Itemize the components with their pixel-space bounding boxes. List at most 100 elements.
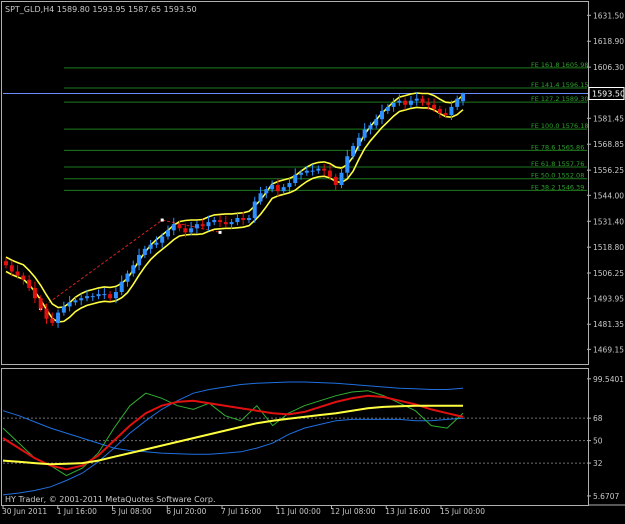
chart-window[interactable]: FE 161.8 1605.98 FE 141.4 1596.15 FE 127.2…	[0, 0, 625, 520]
candle-body	[27, 279, 32, 288]
copyright-footer: HY Trader, © 2001-2011 MetaQuotes Softwa…	[5, 495, 216, 504]
candle-body	[79, 298, 84, 301]
candle-body	[420, 98, 425, 103]
candle-body	[299, 172, 304, 175]
candle-body	[235, 217, 240, 223]
candle-body	[102, 294, 107, 296]
osc-tick-label: 68	[593, 414, 603, 423]
candle-body	[362, 129, 367, 138]
candle-body	[32, 287, 37, 299]
price-tick-label: 1518.80	[593, 243, 624, 252]
zigzag-point	[218, 230, 222, 234]
candle-body	[246, 217, 251, 221]
candle-body	[391, 102, 396, 107]
candle-body	[385, 106, 390, 111]
candle-body	[316, 168, 321, 171]
candle-body	[380, 110, 385, 120]
candle-body	[414, 98, 419, 101]
time-tick-label: 7 Jul 16:00	[221, 507, 261, 516]
price-tick-label: 1556.25	[593, 166, 624, 175]
candle-body	[206, 222, 211, 227]
candle-body	[270, 185, 275, 190]
candle-body	[113, 292, 118, 299]
fib-level-label: FE 78.6 1565.86	[531, 143, 584, 151]
time-tick-label: 1 Jul 16:00	[57, 507, 97, 516]
time-tick-label: 30 Jun 2011	[2, 507, 47, 516]
candle-body	[275, 185, 280, 192]
fib-level-label: FE 127.2 1589.30	[531, 95, 588, 103]
candle-body	[90, 296, 95, 298]
candle-body	[437, 108, 442, 114]
candle-body	[189, 228, 194, 233]
chart-canvas[interactable]: FE 161.8 1605.98 FE 141.4 1596.15 FE 127.2…	[0, 0, 625, 520]
candle-body	[426, 102, 431, 105]
candle-body	[461, 93, 465, 102]
candle-body	[304, 170, 309, 173]
candle-body	[293, 174, 298, 183]
candle-body	[154, 242, 159, 245]
candle-body	[142, 248, 147, 256]
candle-body	[21, 275, 26, 280]
candle-body	[73, 300, 78, 303]
time-tick-label: 6 Jul 20:00	[166, 507, 206, 516]
price-tick-label: 1544.00	[593, 191, 624, 200]
candle-body	[310, 170, 315, 172]
price-tick-label: 1581.45	[593, 114, 624, 123]
candle-body	[165, 230, 170, 237]
time-tick-label: 11 Jul 00:00	[276, 507, 321, 516]
price-tick-label: 1469.15	[593, 345, 624, 354]
fib-level-label: FE 141.4 1596.15	[531, 81, 588, 89]
fib-level-label: FE 161.8 1605.98	[531, 61, 588, 69]
candle-body	[15, 271, 20, 276]
candle-body	[50, 318, 55, 323]
time-tick-label: 12 Jul 08:00	[331, 507, 376, 516]
time-tick-label: 13 Jul 16:00	[385, 507, 430, 516]
candle-body	[148, 244, 153, 249]
candle-body	[137, 255, 142, 266]
candle-body	[322, 168, 327, 171]
price-tick-label: 1506.25	[593, 269, 624, 278]
current-price-tag: 1593.50	[588, 87, 625, 100]
osc-tick-label: 99.5401	[593, 375, 624, 384]
candle-body	[194, 224, 199, 229]
zigzag-point	[160, 218, 164, 222]
time-tick-label: 5 Jul 08:00	[112, 507, 152, 516]
price-tick-label: 1531.40	[593, 217, 624, 226]
candle-body	[351, 145, 356, 157]
candle-body	[9, 265, 14, 272]
price-tick-label: 1568.85	[593, 140, 624, 149]
osc-tick-label: 50	[593, 437, 603, 446]
symbol-header: SPT_GLD,H4 1589.80 1593.95 1587.65 1593.…	[5, 5, 197, 14]
fib-level-label: FE 38.2 1546.39	[531, 183, 584, 191]
candle-body	[397, 100, 402, 103]
osc-tick-label: 5.6707	[593, 492, 619, 501]
candle-body	[131, 265, 136, 274]
candle-body	[287, 183, 292, 188]
candle-body	[67, 302, 72, 307]
candle-body	[339, 172, 344, 186]
candle-body	[356, 137, 361, 146]
candle-body	[212, 220, 217, 223]
candle-body	[252, 201, 257, 218]
candle-body	[374, 119, 379, 126]
price-tick-label: 1606.30	[593, 63, 624, 72]
price-tick-label: 1631.50	[593, 11, 624, 20]
candle-body	[4, 261, 8, 266]
price-tick-label: 1618.90	[593, 37, 624, 46]
candle-body	[345, 156, 350, 173]
candle-body	[327, 170, 332, 177]
candle-body	[61, 306, 66, 313]
candle-body	[443, 113, 448, 116]
candle-body	[200, 224, 205, 227]
time-tick-label: 15 Jul 00:00	[440, 507, 485, 516]
candle-body	[84, 296, 89, 299]
candle-body	[44, 308, 49, 319]
candle-body	[56, 312, 61, 323]
candle-body	[264, 189, 269, 194]
candle-body	[108, 294, 113, 299]
candle-body	[177, 224, 182, 229]
candle-body	[408, 100, 413, 105]
osc-tick-label: 32	[593, 459, 603, 468]
candle-body	[258, 193, 263, 202]
candle-body	[171, 224, 176, 231]
